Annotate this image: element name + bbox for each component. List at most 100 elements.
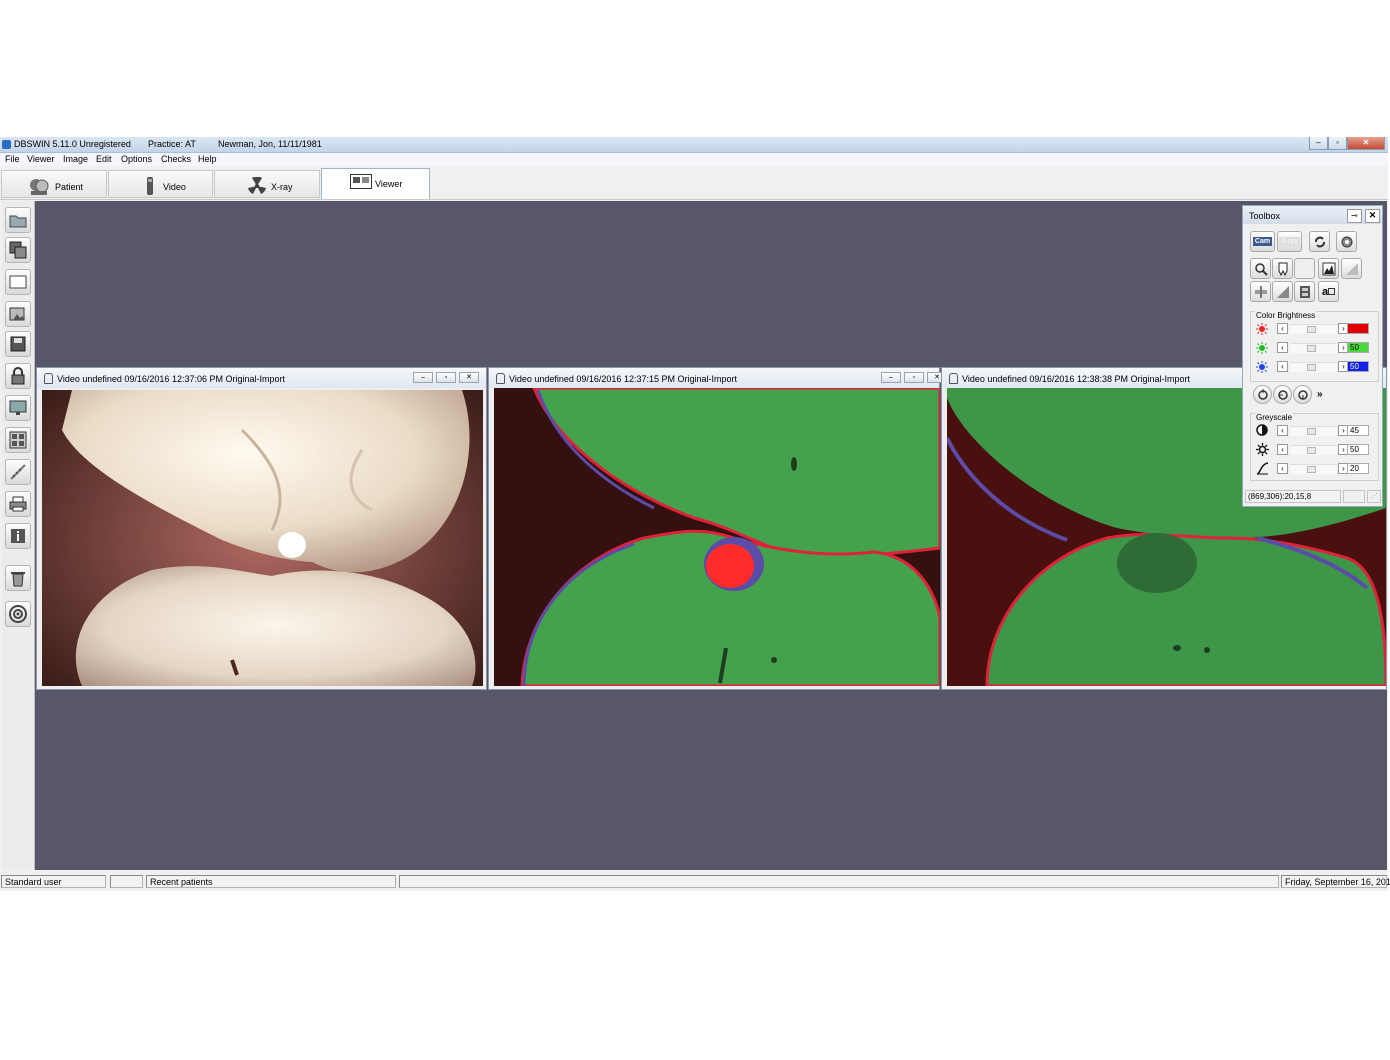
rotate-left-icon[interactable] — [1253, 385, 1272, 404]
image-window-caption[interactable]: Video undefined 09/16/2016 12:37:06 PM O… — [37, 368, 486, 388]
green-decrease-button[interactable]: ‹ — [1277, 342, 1288, 353]
maximize-icon[interactable]: ▫ — [904, 372, 924, 383]
slider-thumb[interactable] — [1307, 466, 1316, 473]
pin-icon[interactable]: ⊸ — [1347, 209, 1362, 223]
open-folder-icon[interactable] — [5, 207, 31, 233]
module-tabs: Patient Video X-ray Viewer — [0, 167, 1388, 200]
menu-image[interactable]: Image — [63, 154, 88, 164]
menu-help[interactable]: Help — [198, 154, 217, 164]
expand-icon[interactable]: » — [1317, 389, 1323, 400]
monitor-icon[interactable] — [5, 395, 31, 421]
brightness-slider-row: ‹ › 50 — [1251, 442, 1380, 458]
red-decrease-button[interactable]: ‹ — [1277, 323, 1288, 334]
brightness-value[interactable]: 50 — [1347, 444, 1369, 455]
slider-thumb[interactable] — [1307, 447, 1316, 454]
image-window-caption[interactable]: Video undefined 09/16/2016 12:37:15 PM O… — [489, 368, 947, 388]
filmstrip-icon[interactable] — [1294, 281, 1315, 302]
minimize-icon[interactable]: – — [881, 372, 901, 383]
tab-viewer[interactable]: Viewer — [321, 168, 430, 199]
patient-icon — [30, 179, 49, 195]
menu-file[interactable]: File — [5, 154, 20, 164]
red-slider[interactable] — [1290, 324, 1337, 334]
tab-xray[interactable]: X-ray — [214, 170, 320, 198]
save-icon[interactable] — [5, 331, 31, 357]
blank-window-icon[interactable] — [5, 269, 31, 295]
image-gallery-icon[interactable] — [5, 427, 31, 453]
blue-decrease-button[interactable]: ‹ — [1277, 361, 1288, 372]
rotate-right-icon[interactable] — [1293, 385, 1312, 404]
slider-thumb[interactable] — [1307, 428, 1316, 435]
gamma-slider[interactable] — [1290, 464, 1337, 474]
settings-hand-icon[interactable] — [1336, 231, 1357, 252]
status-user: Standard user — [1, 875, 106, 888]
gamma-value[interactable]: 20 — [1347, 463, 1369, 474]
window-controls: – ▫ ✕ — [878, 372, 947, 383]
green-value[interactable]: 50 — [1347, 342, 1369, 353]
green-slider[interactable] — [1290, 343, 1337, 353]
menu-edit[interactable]: Edit — [96, 154, 112, 164]
lock-icon[interactable] — [5, 363, 31, 389]
toolbox-title: Toolbox — [1249, 211, 1281, 221]
app-title: DBSWIN 5.11.0 Unregistered — [14, 139, 131, 149]
red-slider-row: ‹ › — [1251, 321, 1380, 337]
status-blank — [110, 875, 143, 888]
disabled-tool-icon — [1294, 258, 1315, 279]
minimize-icon[interactable]: – — [413, 372, 433, 383]
save-multiple-icon[interactable] — [5, 237, 31, 263]
slider-thumb[interactable] — [1307, 326, 1316, 333]
status-recent-patients[interactable]: Recent patients — [146, 875, 396, 888]
histogram-icon[interactable] — [1318, 258, 1339, 279]
slider-thumb[interactable] — [1307, 364, 1316, 371]
tooth-select-icon[interactable] — [1272, 258, 1293, 279]
toolbox-caption: Toolbox ⊸ ✕ — [1243, 206, 1382, 224]
red-sun-icon — [1256, 323, 1268, 335]
maximize-icon[interactable]: ▫ — [1328, 137, 1347, 150]
gradient-icon[interactable] — [1272, 281, 1293, 302]
zoom-icon[interactable] — [1250, 258, 1271, 279]
ruler-icon[interactable] — [1250, 281, 1271, 302]
image-window-2[interactable]: Video undefined 09/16/2016 12:37:15 PM O… — [488, 367, 947, 690]
curve-icon[interactable] — [1341, 258, 1362, 279]
contrast-decrease-button[interactable]: ‹ — [1277, 425, 1288, 436]
minimize-icon[interactable]: – — [1309, 137, 1328, 150]
measure-icon[interactable] — [5, 459, 31, 485]
trash-icon[interactable] — [5, 565, 31, 591]
tab-patient[interactable]: Patient — [1, 170, 107, 198]
menu-viewer[interactable]: Viewer — [27, 154, 54, 164]
menu-options[interactable]: Options — [121, 154, 152, 164]
gamma-decrease-button[interactable]: ‹ — [1277, 463, 1288, 474]
red-value[interactable] — [1347, 323, 1369, 334]
status-bar: Standard user Recent patients Friday, Se… — [0, 874, 1390, 891]
slider-thumb[interactable] — [1307, 345, 1316, 352]
print-icon[interactable] — [5, 491, 31, 517]
camera-wand-icon — [147, 177, 153, 195]
tab-video[interactable]: Video — [108, 170, 213, 198]
refresh-icon[interactable] — [1309, 231, 1330, 252]
brightness-slider[interactable] — [1290, 445, 1337, 455]
brightness-decrease-button[interactable]: ‹ — [1277, 444, 1288, 455]
tooth-icon — [496, 373, 505, 384]
target-icon[interactable] — [5, 601, 31, 627]
contrast-slider[interactable] — [1290, 426, 1337, 436]
close-icon[interactable]: ✕ — [1347, 137, 1385, 150]
rotate-icon[interactable] — [1273, 385, 1292, 404]
text-annotation-icon[interactable]: a — [1318, 281, 1339, 302]
color-brightness-group: Color Brightness ‹ › ‹ › 50 ‹ › 50 — [1250, 311, 1379, 382]
cam-button[interactable]: Cam — [1250, 231, 1275, 252]
image-window-1[interactable]: Video undefined 09/16/2016 12:37:06 PM O… — [36, 367, 487, 690]
menu-checks[interactable]: Checks — [161, 154, 191, 164]
xray-button[interactable]: X-ray — [1277, 231, 1302, 252]
close-icon[interactable]: ✕ — [459, 372, 479, 383]
contrast-value[interactable]: 45 — [1347, 425, 1369, 436]
status-date: Friday, September 16, 2016 — [1281, 875, 1390, 888]
resize-grip-icon[interactable]: ⋰ — [1367, 490, 1381, 503]
gamma-curve-icon — [1256, 462, 1269, 475]
blue-value[interactable]: 50 — [1347, 361, 1369, 372]
open-images-icon[interactable] — [5, 301, 31, 327]
maximize-icon[interactable]: ▫ — [436, 372, 456, 383]
menu-bar: File Viewer Image Edit Options Checks He… — [0, 153, 1388, 166]
info-icon[interactable] — [5, 523, 31, 549]
blue-slider[interactable] — [1290, 362, 1337, 372]
close-icon[interactable]: ✕ — [1365, 209, 1380, 223]
patient-label: Newman, Jon, 11/11/1981 — [218, 139, 322, 149]
